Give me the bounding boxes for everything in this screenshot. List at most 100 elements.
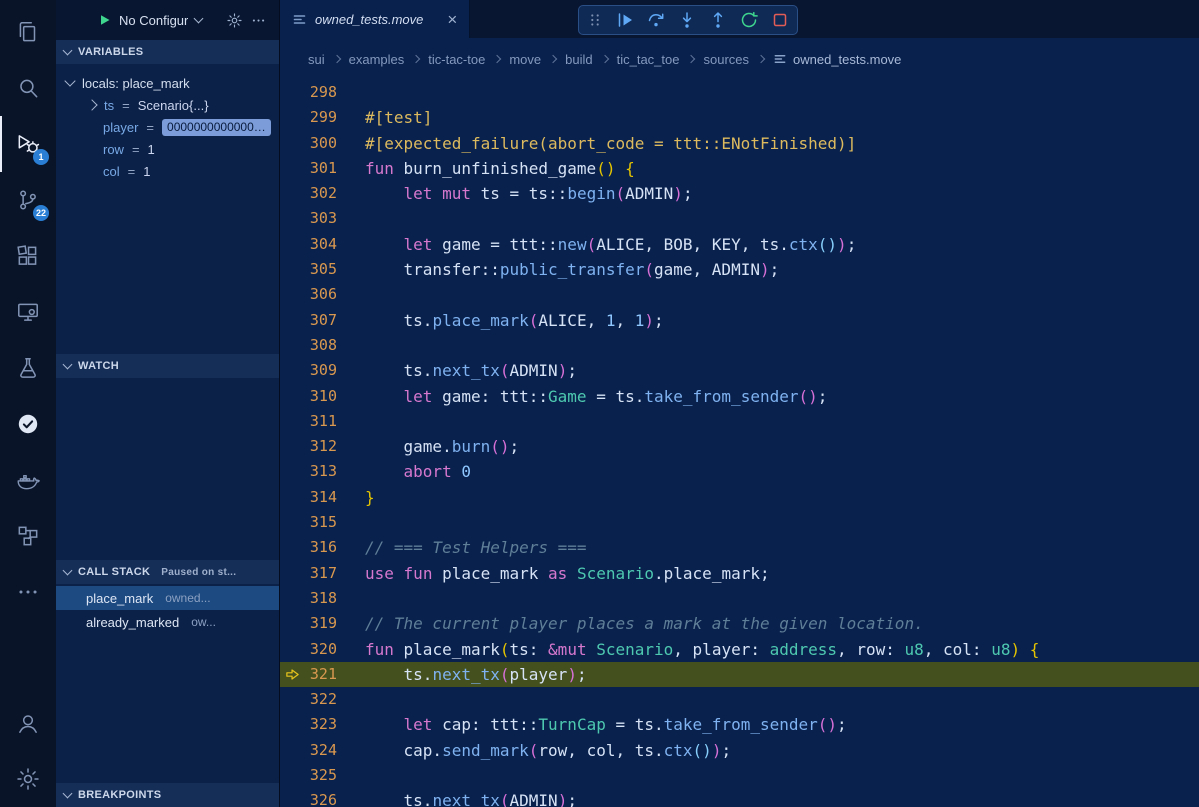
debug-gear-button[interactable] bbox=[226, 12, 243, 29]
breadcrumb-item-move[interactable]: move bbox=[509, 52, 541, 67]
code-line-315[interactable]: 315 bbox=[280, 510, 1199, 535]
code-line-321[interactable]: 321 ts.next_tx(player); bbox=[280, 662, 1199, 687]
stack-frame-already_marked[interactable]: already_markedow... bbox=[56, 610, 279, 634]
code-line-323[interactable]: 323 let cap: ttt::TurnCap = ts.take_from… bbox=[280, 712, 1199, 737]
code-line-326[interactable]: 326 ts.next_tx(ADMIN); bbox=[280, 788, 1199, 807]
toolbar-drag-handle[interactable] bbox=[586, 11, 604, 29]
gutter-325[interactable]: 325 bbox=[280, 763, 365, 788]
activity-explorer[interactable] bbox=[0, 4, 56, 60]
activity-symbols[interactable] bbox=[0, 508, 56, 564]
variable-row-row[interactable]: row=1 bbox=[56, 138, 279, 160]
breadcrumb-item-tic_tac_toe[interactable]: tic_tac_toe bbox=[617, 52, 680, 67]
code-line-299[interactable]: 299#[test] bbox=[280, 105, 1199, 130]
start-debugging-button[interactable] bbox=[98, 13, 112, 27]
gutter-299[interactable]: 299 bbox=[280, 105, 365, 130]
activity-testing[interactable] bbox=[0, 340, 56, 396]
gutter-324[interactable]: 324 bbox=[280, 738, 365, 763]
code-line-303[interactable]: 303 bbox=[280, 206, 1199, 231]
code-line-309[interactable]: 309 ts.next_tx(ADMIN); bbox=[280, 358, 1199, 383]
gutter-321[interactable]: 321 bbox=[280, 662, 365, 687]
gutter-326[interactable]: 326 bbox=[280, 788, 365, 807]
variables-section-header[interactable]: VARIABLES bbox=[56, 40, 279, 64]
step-over-button[interactable] bbox=[646, 10, 666, 30]
gutter-312[interactable]: 312 bbox=[280, 434, 365, 459]
code-line-301[interactable]: 301fun burn_unfinished_game() { bbox=[280, 156, 1199, 181]
activity-more[interactable] bbox=[0, 564, 56, 620]
code-editor[interactable]: 298299#[test]300#[expected_failure(abort… bbox=[280, 80, 1199, 807]
activity-accounts[interactable] bbox=[0, 695, 56, 751]
gutter-316[interactable]: 316 bbox=[280, 535, 365, 560]
debug-config-dropdown[interactable]: No Configur bbox=[119, 13, 188, 28]
variable-row-player[interactable]: player=0000000000000… bbox=[56, 116, 279, 138]
code-line-322[interactable]: 322 bbox=[280, 687, 1199, 712]
gutter-302[interactable]: 302 bbox=[280, 181, 365, 206]
gutter-300[interactable]: 300 bbox=[280, 131, 365, 156]
gutter-315[interactable]: 315 bbox=[280, 510, 365, 535]
gutter-303[interactable]: 303 bbox=[280, 206, 365, 231]
code-line-318[interactable]: 318 bbox=[280, 586, 1199, 611]
step-out-button[interactable] bbox=[708, 10, 728, 30]
gutter-314[interactable]: 314 bbox=[280, 485, 365, 510]
gutter-306[interactable]: 306 bbox=[280, 282, 365, 307]
gutter-318[interactable]: 318 bbox=[280, 586, 365, 611]
code-line-307[interactable]: 307 ts.place_mark(ALICE, 1, 1); bbox=[280, 308, 1199, 333]
breadcrumb-item-build[interactable]: build bbox=[565, 52, 592, 67]
activity-test-results[interactable] bbox=[0, 396, 56, 452]
continue-button[interactable] bbox=[615, 10, 635, 30]
stack-frame-place_mark[interactable]: place_markowned... bbox=[56, 586, 279, 610]
code-line-313[interactable]: 313 abort 0 bbox=[280, 459, 1199, 484]
activity-docker[interactable] bbox=[0, 452, 56, 508]
close-icon[interactable]: × bbox=[447, 11, 457, 28]
code-line-325[interactable]: 325 bbox=[280, 763, 1199, 788]
code-line-304[interactable]: 304 let game = ttt::new(ALICE, BOB, KEY,… bbox=[280, 232, 1199, 257]
gutter-319[interactable]: 319 bbox=[280, 611, 365, 636]
gutter-323[interactable]: 323 bbox=[280, 712, 365, 737]
breadcrumb-item-sources[interactable]: sources bbox=[703, 52, 749, 67]
stop-button[interactable] bbox=[770, 10, 790, 30]
watch-section-header[interactable]: WATCH bbox=[56, 354, 279, 378]
breadcrumb-item-sui[interactable]: sui bbox=[308, 52, 325, 67]
breadcrumb-item-tic-tac-toe[interactable]: tic-tac-toe bbox=[428, 52, 485, 67]
gutter-320[interactable]: 320 bbox=[280, 637, 365, 662]
gutter-311[interactable]: 311 bbox=[280, 409, 365, 434]
variables-scope-row[interactable]: locals: place_mark bbox=[56, 72, 279, 94]
gutter-317[interactable]: 317 bbox=[280, 561, 365, 586]
code-line-306[interactable]: 306 bbox=[280, 282, 1199, 307]
code-line-311[interactable]: 311 bbox=[280, 409, 1199, 434]
gutter-304[interactable]: 304 bbox=[280, 232, 365, 257]
gutter-301[interactable]: 301 bbox=[280, 156, 365, 181]
restart-button[interactable] bbox=[739, 10, 759, 30]
gutter-305[interactable]: 305 bbox=[280, 257, 365, 282]
code-line-302[interactable]: 302 let mut ts = ts::begin(ADMIN); bbox=[280, 181, 1199, 206]
code-line-319[interactable]: 319// The current player places a mark a… bbox=[280, 611, 1199, 636]
sidebar-more-actions-button[interactable] bbox=[250, 12, 267, 29]
activity-source-control[interactable]: 22 bbox=[0, 172, 56, 228]
code-line-320[interactable]: 320fun place_mark(ts: &mut Scenario, pla… bbox=[280, 637, 1199, 662]
step-into-button[interactable] bbox=[677, 10, 697, 30]
gutter-310[interactable]: 310 bbox=[280, 384, 365, 409]
code-line-308[interactable]: 308 bbox=[280, 333, 1199, 358]
activity-settings[interactable] bbox=[0, 751, 56, 807]
activity-remote-explorer[interactable] bbox=[0, 284, 56, 340]
code-line-317[interactable]: 317use fun place_mark as Scenario.place_… bbox=[280, 561, 1199, 586]
gutter-309[interactable]: 309 bbox=[280, 358, 365, 383]
tab-owned-tests-move[interactable]: owned_tests.move × bbox=[280, 0, 470, 38]
gutter-307[interactable]: 307 bbox=[280, 308, 365, 333]
code-line-300[interactable]: 300#[expected_failure(abort_code = ttt::… bbox=[280, 131, 1199, 156]
code-line-310[interactable]: 310 let game: ttt::Game = ts.take_from_s… bbox=[280, 384, 1199, 409]
code-line-314[interactable]: 314} bbox=[280, 485, 1199, 510]
code-line-298[interactable]: 298 bbox=[280, 80, 1199, 105]
chevron-down-icon[interactable] bbox=[194, 13, 204, 23]
code-line-324[interactable]: 324 cap.send_mark(row, col, ts.ctx()); bbox=[280, 738, 1199, 763]
breakpoints-section-header[interactable]: BREAKPOINTS bbox=[56, 783, 279, 807]
activity-run-debug[interactable]: 1 bbox=[0, 116, 56, 172]
variable-row-col[interactable]: col=1 bbox=[56, 160, 279, 182]
gutter-298[interactable]: 298 bbox=[280, 80, 365, 105]
variable-row-ts[interactable]: ts=Scenario{...} bbox=[56, 94, 279, 116]
code-line-312[interactable]: 312 game.burn(); bbox=[280, 434, 1199, 459]
code-line-305[interactable]: 305 transfer::public_transfer(game, ADMI… bbox=[280, 257, 1199, 282]
callstack-section-header[interactable]: CALL STACK Paused on st... bbox=[56, 560, 279, 584]
breadcrumb-item-owned_tests.move[interactable]: owned_tests.move bbox=[773, 52, 901, 67]
activity-extensions[interactable] bbox=[0, 228, 56, 284]
gutter-322[interactable]: 322 bbox=[280, 687, 365, 712]
